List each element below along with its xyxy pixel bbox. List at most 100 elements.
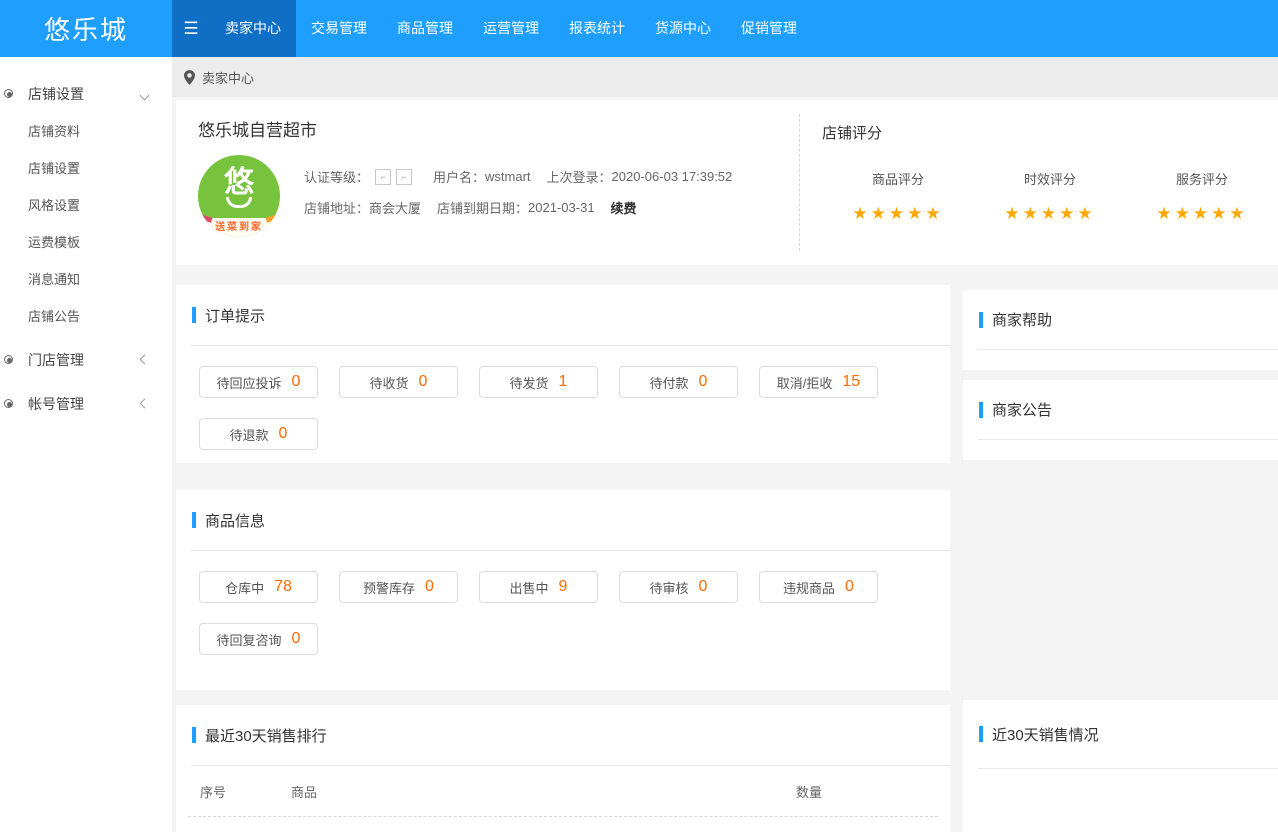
hamburger-menu-icon[interactable]: ☰ (172, 0, 210, 57)
stat-count: 0 (699, 373, 708, 391)
stat-label: 待付款 (650, 373, 689, 392)
sidebar-group-store-management[interactable]: 门店管理 (0, 341, 172, 379)
stat-label: 待收货 (370, 373, 409, 392)
expire-value: 2021-03-31 (528, 200, 595, 215)
shop-logo-character: 悠 (198, 157, 280, 201)
shop-rating-section: 店铺评分 商品评分 ★★★★★ 时效评分 ★★★★★ 服务评分 ★★★★★ (799, 114, 1278, 251)
star-rating-icons: ★★★★★ (974, 204, 1126, 224)
nav-item-supply-center[interactable]: 货源中心 (640, 0, 726, 57)
rating-service-label: 服务评分 (1126, 169, 1278, 188)
stat-button-low-stock-alert[interactable]: 预警库存 0 (339, 571, 458, 603)
sidebar-item-message-notification[interactable]: 消息通知 (0, 261, 172, 298)
star-rating-icons: ★★★★★ (822, 204, 974, 224)
sidebar-item-freight-template[interactable]: 运费模板 (0, 224, 172, 261)
rating-timeliness-label: 时效评分 (974, 169, 1126, 188)
sidebar-group-account-management[interactable]: 帐号管理 (0, 385, 172, 423)
sales-rank-table-header: 序号 商品 数量 (176, 766, 950, 816)
sidebar: 店铺设置 店铺资料 店铺设置 风格设置 运费模板 消息通知 店铺公告 门店管理 … (0, 57, 172, 832)
topbar: 悠乐城 ☰ 卖家中心 交易管理 商品管理 运营管理 报表统计 货源中心 促销管理 (0, 0, 1278, 57)
expire-label: 店铺到期日期： (437, 198, 528, 217)
sidebar-item-style-settings[interactable]: 风格设置 (0, 187, 172, 224)
column-header-index: 序号 (200, 782, 291, 801)
accent-bar (192, 512, 196, 528)
nav-item-trade-management[interactable]: 交易管理 (296, 0, 382, 57)
accent-bar (192, 307, 196, 323)
sidebar-item-shop-settings[interactable]: 店铺设置 (0, 150, 172, 187)
chevron-left-icon (140, 355, 150, 365)
cert-badge-broken-image-icon: ⌐ (375, 169, 391, 185)
sidebar-item-shop-announcement[interactable]: 店铺公告 (0, 298, 172, 335)
breadcrumb: 卖家中心 (172, 57, 1278, 97)
sidebar-group-label: 店铺设置 (28, 86, 84, 102)
stat-count: 9 (559, 578, 568, 596)
stat-count: 0 (425, 578, 434, 596)
brand-logo: 悠乐城 (0, 0, 172, 57)
stat-count: 15 (842, 373, 860, 391)
rating-service: 服务评分 ★★★★★ (1126, 169, 1278, 224)
last-login-label: 上次登录： (547, 167, 612, 186)
divider (978, 768, 1278, 769)
chevron-left-icon (140, 399, 150, 409)
merchant-help-panel: 商家帮助 (963, 290, 1278, 370)
cert-badge-broken-image-icon: ⌐ (396, 169, 412, 185)
shop-info: 悠乐城自营超市 悠 送菜到家 认证等级： ⌐ ⌐ 用户名： (176, 100, 799, 265)
smile-icon (226, 197, 252, 208)
order-tips-title: 订单提示 (205, 305, 265, 326)
stat-button-pending-shipment[interactable]: 待发货 1 (479, 366, 598, 398)
stat-label: 预警库存 (363, 578, 415, 597)
column-header-quantity: 数量 (796, 782, 926, 801)
shop-name: 悠乐城自营超市 (198, 116, 799, 141)
nav-item-report-statistics[interactable]: 报表统计 (554, 0, 640, 57)
stat-button-cancel-reject[interactable]: 取消/拒收 15 (759, 366, 878, 398)
sidebar-group-shop-settings[interactable]: 店铺设置 (0, 75, 172, 113)
sales-30days-panel: 近30天销售情况 (963, 700, 1278, 832)
cert-level-label: 认证等级： (304, 167, 369, 186)
shop-logo-banner: 送菜到家 (198, 218, 280, 237)
stat-button-on-sale[interactable]: 出售中 9 (479, 571, 598, 603)
renew-link[interactable]: 续费 (611, 198, 637, 217)
username-value: wstmart (485, 169, 531, 184)
stat-button-violation-goods[interactable]: 违规商品 0 (759, 571, 878, 603)
stat-label: 待回复咨询 (217, 630, 282, 649)
stat-count: 0 (292, 373, 301, 391)
username-label: 用户名： (433, 167, 485, 186)
sidebar-group-label: 门店管理 (28, 352, 84, 368)
accent-bar (979, 726, 983, 742)
rating-timeliness: 时效评分 ★★★★★ (974, 169, 1126, 224)
sidebar-item-shop-profile[interactable]: 店铺资料 (0, 113, 172, 150)
nav-item-promotion-management[interactable]: 促销管理 (726, 0, 812, 57)
nav-item-goods-management[interactable]: 商品管理 (382, 0, 468, 57)
bullseye-icon (4, 89, 13, 98)
stat-count: 1 (559, 373, 568, 391)
stat-button-pending-consultation[interactable]: 待回复咨询 0 (199, 623, 318, 655)
location-pin-icon (184, 70, 195, 85)
rating-title: 店铺评分 (822, 122, 1278, 143)
stat-count: 0 (279, 425, 288, 443)
stat-label: 违规商品 (783, 578, 835, 597)
stat-button-pending-payment[interactable]: 待付款 0 (619, 366, 738, 398)
bullseye-icon (4, 399, 13, 408)
main-content: 悠乐城自营超市 悠 送菜到家 认证等级： ⌐ ⌐ 用户名： (172, 97, 1278, 832)
merchant-announcement-panel: 商家公告 (963, 380, 1278, 460)
stat-button-pending-review[interactable]: 待审核 0 (619, 571, 738, 603)
sales-rank-card: 最近30天销售排行 序号 商品 数量 (176, 705, 950, 832)
accent-bar (192, 727, 196, 743)
stat-label: 出售中 (510, 578, 549, 597)
stat-label: 待退款 (230, 425, 269, 444)
stat-button-pending-receipt[interactable]: 待收货 0 (339, 366, 458, 398)
address-label: 店铺地址： (304, 198, 369, 217)
rating-goods-label: 商品评分 (822, 169, 974, 188)
merchant-announcement-title: 商家公告 (992, 399, 1052, 420)
sales-30days-title: 近30天销售情况 (992, 724, 1099, 745)
stat-button-pending-refund[interactable]: 待退款 0 (199, 418, 318, 450)
stat-button-pending-complaints[interactable]: 待回应投诉 0 (199, 366, 318, 398)
stat-count: 78 (274, 578, 292, 596)
nav-item-operation-management[interactable]: 运营管理 (468, 0, 554, 57)
column-header-goods: 商品 (291, 782, 796, 801)
stat-count: 0 (699, 578, 708, 596)
stat-count: 0 (292, 630, 301, 648)
stat-button-in-warehouse[interactable]: 仓库中 78 (199, 571, 318, 603)
order-tips-card: 订单提示 待回应投诉 0 待收货 0 待发货 1 (176, 285, 950, 463)
stat-label: 待发货 (510, 373, 549, 392)
nav-item-seller-center[interactable]: 卖家中心 (210, 0, 296, 57)
